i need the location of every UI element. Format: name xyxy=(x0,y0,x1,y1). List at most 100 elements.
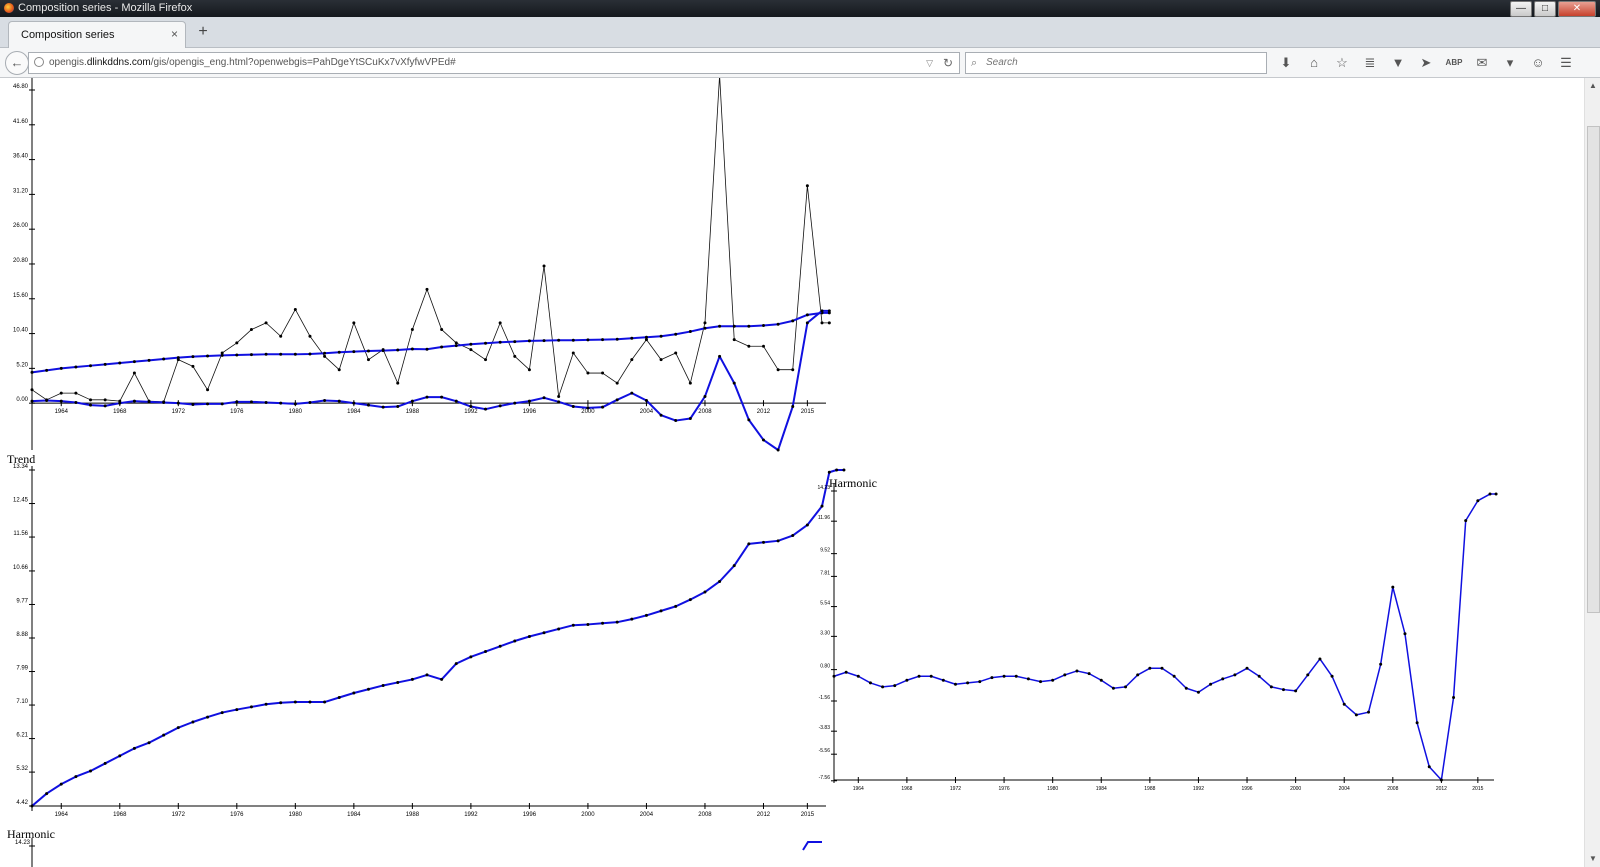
trend-series-0-line xyxy=(31,469,844,807)
composition-series-1-point xyxy=(366,349,370,353)
harmonic-series-0-point xyxy=(1415,721,1419,725)
url-history-dropdown-icon[interactable]: ▽ xyxy=(926,53,933,73)
trend-series-0-point xyxy=(89,769,93,773)
adblock-icon[interactable]: ABP xyxy=(1440,52,1468,74)
composition-series-1-point xyxy=(644,335,648,339)
new-tab-button[interactable]: + xyxy=(195,23,211,41)
composition-series-2-point xyxy=(396,405,400,409)
composition-series-0-point xyxy=(366,358,370,362)
trend-series-0-point xyxy=(513,639,517,643)
harmonic-x-tick-label: 1980 xyxy=(1047,786,1058,792)
send-icon[interactable]: ➤ xyxy=(1412,52,1440,74)
back-button[interactable]: ← xyxy=(5,51,29,75)
composition-series-0-point xyxy=(674,351,678,355)
composition-series-0-point xyxy=(469,348,473,352)
composition-series-1-point xyxy=(206,354,210,358)
trend-series-0-point xyxy=(688,598,692,602)
composition-series-2-point xyxy=(206,402,210,406)
composition-series-0-point xyxy=(235,341,239,345)
harmonic-series-0-point xyxy=(832,674,836,678)
composition-series-0-point xyxy=(498,321,502,325)
harmonic-series-0-point xyxy=(1342,702,1346,706)
maximize-button[interactable]: □ xyxy=(1534,1,1556,17)
hamburger-menu-icon[interactable]: ☰ xyxy=(1552,52,1580,74)
scroll-up-icon[interactable]: ▲ xyxy=(1588,81,1598,91)
url-bar[interactable]: opengis.dlinkddns.com/gis/opengis_eng.ht… xyxy=(28,52,960,74)
scroll-down-icon[interactable]: ▼ xyxy=(1588,854,1598,864)
composition-series-2-point xyxy=(688,417,692,421)
composition-series-2-point xyxy=(89,403,93,407)
tab-composition-series[interactable]: Composition series × xyxy=(8,21,186,48)
reading-list-icon[interactable]: ≣ xyxy=(1356,52,1384,74)
composition-series-2-point xyxy=(59,399,63,403)
composition-series-0-point xyxy=(630,358,634,362)
harmonic-series-0-point xyxy=(893,684,897,688)
trend-series-0-point xyxy=(747,542,751,546)
composition-series-2-point xyxy=(293,402,297,406)
harmonic-series-0-point xyxy=(966,681,970,685)
trend-series-0-point xyxy=(469,655,473,659)
harmonic-series-0-point xyxy=(1330,674,1334,678)
pocket-icon[interactable]: ▼ xyxy=(1384,52,1412,74)
trend-series-0-point xyxy=(615,620,619,624)
trend-series-0-point xyxy=(498,644,502,648)
harmonic-x-tick-label: 1968 xyxy=(901,786,912,792)
trend-series-0-point xyxy=(842,468,846,472)
harmonic-series-0-point xyxy=(1184,686,1188,690)
trend-series-0-point xyxy=(366,687,370,691)
chat-icon[interactable]: ☺ xyxy=(1524,52,1552,74)
harmonic-series-0-point xyxy=(1354,713,1358,717)
search-input[interactable] xyxy=(986,55,1256,69)
composition-series-1-point xyxy=(659,334,663,338)
composition-series-2-point xyxy=(235,400,239,404)
trend-series-0-point xyxy=(835,468,839,472)
composition-series-1-point xyxy=(571,338,575,342)
harmonic-series-0-point xyxy=(1439,778,1443,782)
composition-series-0-point xyxy=(410,328,414,332)
trend-series-0-point xyxy=(162,733,166,737)
composition-series-2-point xyxy=(644,398,648,402)
composition-series-2-point xyxy=(557,400,561,404)
bookmark-star-icon[interactable]: ☆ xyxy=(1328,52,1356,74)
page-content: 0.00 5.20 10.40 15.60 20.80 26.00 31.20 36.40 41… xyxy=(0,78,1584,867)
composition-series-1-point xyxy=(425,347,429,351)
harmonic-y-tick-label: -7.56 xyxy=(819,775,831,781)
close-window-button[interactable]: ✕ xyxy=(1558,1,1596,17)
composition-series-1-point xyxy=(264,352,268,356)
composition-series-2-point xyxy=(454,399,458,403)
url-text[interactable]: opengis.dlinkddns.com/gis/opengis_eng.ht… xyxy=(49,53,456,73)
composition-series-1-point xyxy=(279,352,283,356)
reload-icon[interactable]: ↻ xyxy=(943,53,953,73)
composition-y-tick-label: 31.20 xyxy=(13,188,29,194)
composition-x-tick-label: 1972 xyxy=(172,409,186,415)
composition-series-1-point xyxy=(674,332,678,336)
trend-y-tick-label: 8.88 xyxy=(16,632,28,638)
harmonic-x-tick-label: 1992 xyxy=(1193,786,1204,792)
composition-series-2-point xyxy=(484,407,488,411)
harmonic-series-0-line xyxy=(833,493,1497,781)
composition-series-1-point xyxy=(615,337,619,341)
scrollbar-thumb[interactable] xyxy=(1587,126,1600,613)
minimize-button[interactable]: — xyxy=(1510,1,1532,17)
harmonic-series-0-point xyxy=(941,678,945,682)
search-box[interactable]: ⌕ xyxy=(965,52,1267,74)
trend-y-tick-label: 12.45 xyxy=(13,498,29,504)
trend-series-0-point xyxy=(484,650,488,654)
downloads-icon[interactable]: ⬇ xyxy=(1272,52,1300,74)
trend-y-tick-label: 11.56 xyxy=(13,531,28,537)
extension-icon[interactable]: ✉ xyxy=(1468,52,1496,74)
vertical-scrollbar[interactable]: ▲ ▼ xyxy=(1584,78,1600,867)
composition-series-2-point xyxy=(74,400,78,404)
home-icon[interactable]: ⌂ xyxy=(1300,52,1328,74)
trend-series-0-point xyxy=(293,700,297,704)
harmonic-series-0-point xyxy=(1039,680,1043,684)
composition-series-2-point xyxy=(352,401,356,405)
window-title: Composition series - Mozilla Firefox xyxy=(18,2,193,14)
composition-series-2-point xyxy=(761,438,765,442)
trend-series-0-point xyxy=(791,534,795,538)
trend-series-0-point xyxy=(454,662,458,666)
trend-series-0-point xyxy=(659,609,663,613)
extension-menu-icon[interactable]: ▾ xyxy=(1496,52,1524,74)
composition-series-0-point xyxy=(206,388,210,392)
close-tab-icon[interactable]: × xyxy=(171,27,178,41)
